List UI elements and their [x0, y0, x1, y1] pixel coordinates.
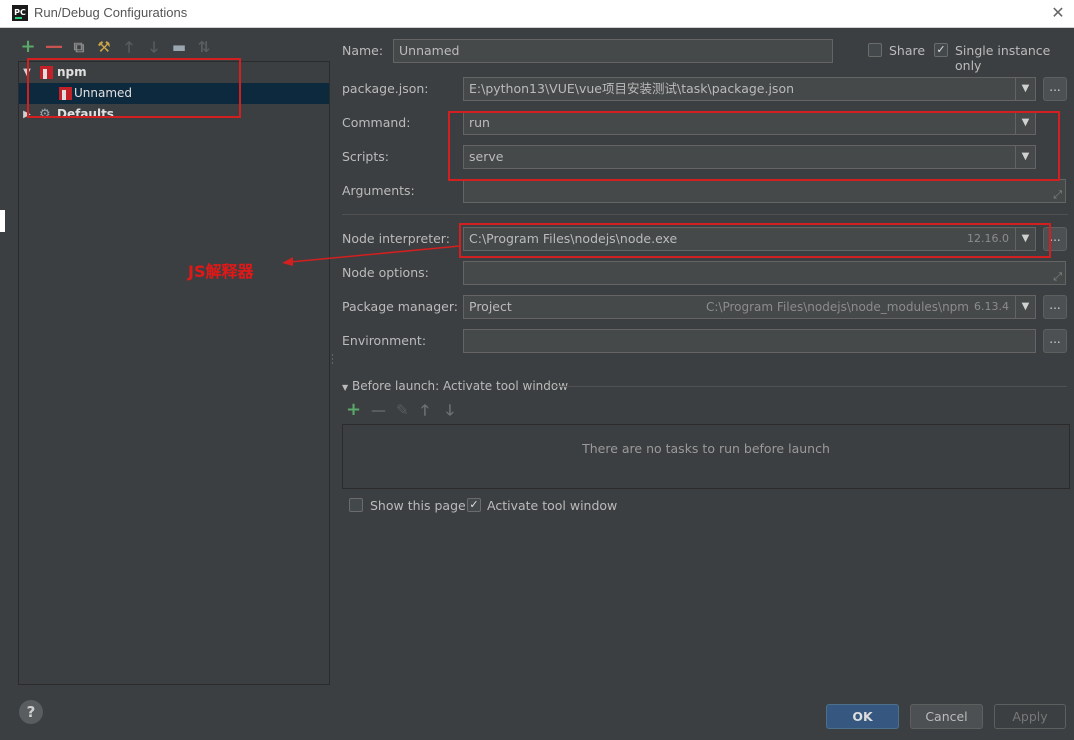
package-json-label: package.json:	[342, 81, 429, 96]
before-launch-title: Before launch: Activate tool window	[351, 379, 569, 393]
arguments-field[interactable]: ⤢	[463, 179, 1066, 203]
window-title-bar: PC Run/Debug Configurations ✕	[0, 0, 1074, 28]
move-up-icon[interactable]: 🡑	[121, 38, 137, 56]
annotation-box-command-scripts	[448, 111, 1060, 181]
environment-field[interactable]	[463, 329, 1036, 353]
apply-button[interactable]: Apply	[994, 704, 1066, 729]
single-instance-checkbox[interactable]: ✓	[934, 43, 948, 57]
wrench-icon[interactable]: ⚒	[96, 38, 112, 56]
pycharm-logo-icon: PC	[12, 5, 28, 21]
environment-label: Environment:	[342, 333, 427, 348]
scripts-label: Scripts:	[342, 149, 389, 164]
folder-icon[interactable]: ▬	[171, 38, 187, 56]
expand-icon[interactable]: ⤢	[1053, 271, 1062, 283]
expand-icon[interactable]: ⤢	[1053, 189, 1062, 201]
section-divider	[342, 214, 1068, 215]
remove-icon[interactable]: —	[45, 38, 63, 56]
share-label: Share	[889, 43, 926, 58]
before-launch-header[interactable]: ▼ Before launch: Activate tool window	[342, 379, 568, 393]
splitter-handle[interactable]: · · ·	[331, 352, 334, 369]
help-button[interactable]: ?	[19, 700, 43, 724]
move-down-icon[interactable]: 🡓	[446, 401, 454, 419]
sort-icon[interactable]: ⇅	[196, 38, 212, 56]
browse-package-manager-button[interactable]: ...	[1043, 295, 1067, 319]
cancel-button[interactable]: Cancel	[910, 704, 983, 729]
config-toolbar: + — ⧉ ⚒ 🡑 🡓 ▬ ⇅	[18, 38, 218, 58]
annotation-label: JS解释器	[188, 262, 254, 281]
show-this-page-label: Show this page	[370, 498, 466, 513]
annotation-box-tree	[27, 58, 241, 118]
before-launch-divider	[553, 386, 1067, 387]
move-down-icon[interactable]: 🡓	[146, 38, 162, 56]
window-title: Run/Debug Configurations	[34, 5, 188, 20]
name-label: Name:	[342, 43, 384, 58]
single-instance-label: Single instance only	[955, 43, 1051, 73]
arguments-label: Arguments:	[342, 183, 415, 198]
chevron-down-icon[interactable]: ▼	[1015, 296, 1035, 318]
empty-tasks-text: There are no tasks to run before launch	[582, 441, 830, 456]
package-json-value: E:\python13\VUE\vue项目安装测试\task\package.j…	[469, 81, 795, 96]
annotation-box-node-interpreter	[459, 223, 1051, 258]
edit-environment-button[interactable]: ...	[1043, 329, 1067, 353]
package-manager-select[interactable]: Project C:\Program Files\nodejs\node_mod…	[463, 295, 1036, 319]
package-manager-version: 6.13.4	[974, 300, 1009, 313]
package-json-field[interactable]: E:\python13\VUE\vue项目安装测试\task\package.j…	[463, 77, 1036, 101]
move-up-icon[interactable]: 🡑	[421, 401, 429, 419]
package-manager-label: Package manager:	[342, 299, 458, 314]
annotation-arrow-icon	[282, 245, 461, 266]
command-label: Command:	[342, 115, 411, 130]
activate-tool-window-checkbox[interactable]: ✓	[467, 498, 481, 512]
edit-task-icon[interactable]: ✎	[396, 401, 409, 419]
share-checkbox[interactable]	[868, 43, 882, 57]
expand-arrow-icon: ▼	[342, 383, 349, 392]
chevron-down-icon[interactable]: ▼	[1015, 78, 1035, 100]
show-this-page-checkbox[interactable]	[349, 498, 363, 512]
package-manager-value: Project	[469, 299, 512, 314]
configuration-tree: ▼ npm Unnamed ▶ ⚙ Defaults	[18, 61, 330, 685]
copy-icon[interactable]: ⧉	[71, 38, 87, 56]
remove-task-icon[interactable]: —	[371, 401, 386, 419]
activate-tool-window-label: Activate tool window	[487, 498, 618, 513]
package-manager-path: C:\Program Files\nodejs\node_modules\npm	[706, 300, 969, 314]
background-edge	[0, 210, 5, 232]
ok-button[interactable]: OK	[826, 704, 899, 729]
add-icon[interactable]: +	[20, 38, 36, 56]
name-field[interactable]: Unnamed	[393, 39, 833, 63]
add-task-icon[interactable]: +	[346, 401, 361, 419]
node-options-field[interactable]: ⤢	[463, 261, 1066, 285]
close-icon[interactable]: ✕	[1046, 2, 1070, 24]
browse-package-json-button[interactable]: ...	[1043, 77, 1067, 101]
before-launch-task-list[interactable]: There are no tasks to run before launch	[342, 424, 1070, 489]
